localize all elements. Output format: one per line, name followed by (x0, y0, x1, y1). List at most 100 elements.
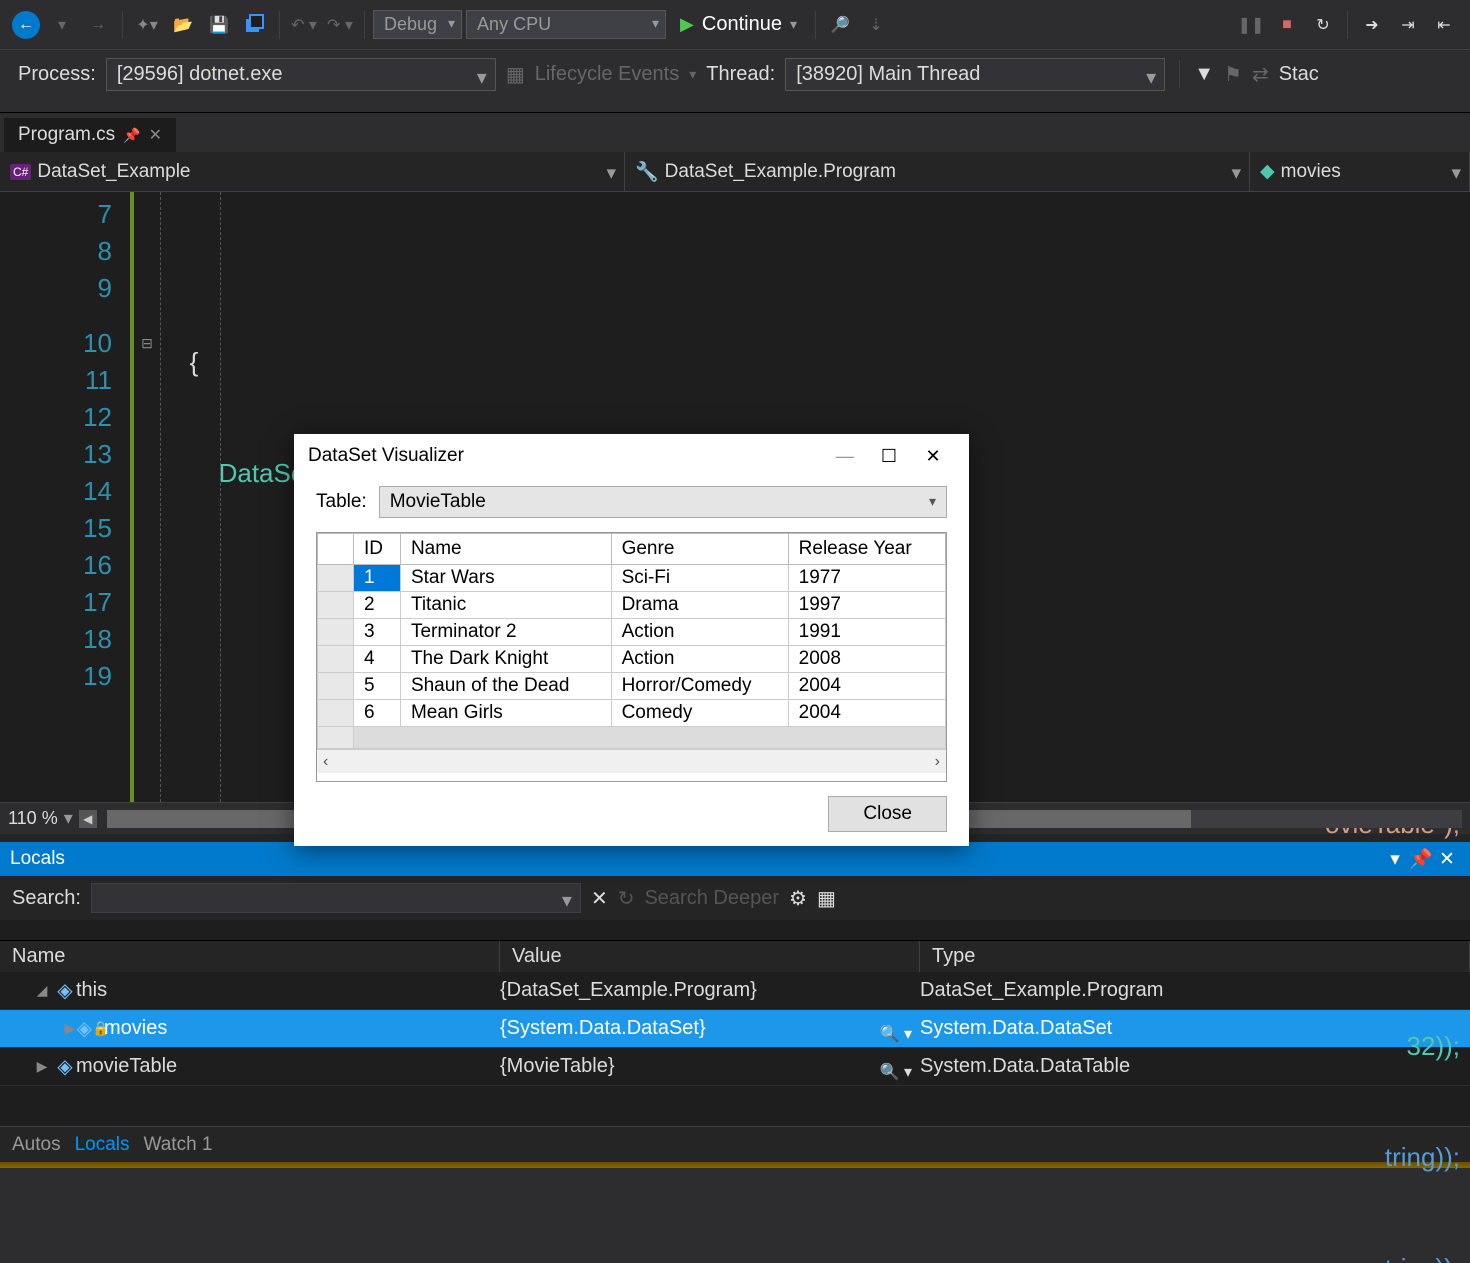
tab-label: Program.cs (18, 124, 115, 146)
col-id[interactable]: ID (354, 534, 401, 565)
editor-tabstrip: Program.cs 📌 ✕ (0, 112, 1470, 152)
nav-back-button[interactable]: ← (10, 9, 42, 41)
horizontal-scrollbar[interactable]: ‹› (317, 749, 946, 773)
member-dropdown[interactable]: ◆ movies (1250, 152, 1470, 191)
table-row[interactable]: 1Star WarsSci-Fi1977 (318, 565, 946, 592)
table-select[interactable]: MovieTable (379, 486, 947, 518)
search-label: Search: (12, 887, 81, 910)
variable-value: {System.Data.DataSet} (500, 1017, 706, 1040)
debug-toolbar: Process: [29596] dotnet.exe ▦ Lifecycle … (0, 50, 1470, 98)
visualizer-icon[interactable]: 🔍 ▾ (880, 1062, 912, 1082)
stack-frame-label: Stac (1279, 63, 1319, 86)
separator (279, 11, 280, 39)
config-dropdown[interactable]: Debug (373, 10, 462, 39)
variable-icon: ◈ (54, 978, 76, 1003)
open-icon[interactable]: 📂 (167, 9, 199, 41)
variable-value: {MovieTable} (500, 1055, 615, 1078)
tab-programcs[interactable]: Program.cs 📌 ✕ (4, 118, 176, 152)
member-label: movies (1281, 161, 1341, 183)
nav-forward-button: → (82, 9, 114, 41)
class-dropdown[interactable]: 🔧 DataSet_Example.Program (625, 152, 1250, 191)
data-grid[interactable]: ID Name Genre Release Year 1Star WarsSci… (316, 532, 947, 782)
thread-label: Thread: (706, 63, 775, 86)
variable-icon: ◈ (54, 1054, 76, 1079)
table-row[interactable]: 6Mean GirlsComedy2004 (318, 700, 946, 727)
platform-dropdown[interactable]: Any CPU (466, 10, 666, 39)
field-icon: ◆ (1260, 160, 1275, 183)
col-name[interactable]: Name (400, 534, 611, 565)
close-window-button[interactable]: ✕ (911, 438, 955, 474)
dialog-titlebar[interactable]: DataSet Visualizer — ☐ ✕ (294, 434, 969, 478)
col-genre[interactable]: Genre (611, 534, 788, 565)
tab-locals[interactable]: Locals (75, 1134, 130, 1156)
continue-label: Continue (702, 13, 782, 36)
expand-icon[interactable]: ◢ (30, 982, 54, 999)
table-row[interactable]: 3Terminator 2Action1991 (318, 619, 946, 646)
table-label: Table: (316, 491, 367, 513)
play-icon: ▶ (680, 14, 694, 35)
dialog-title: DataSet Visualizer (308, 445, 464, 467)
flag-icon: ⚑ (1224, 62, 1242, 87)
tab-autos[interactable]: Autos (12, 1134, 61, 1156)
filter-icon[interactable]: ▼ (1194, 63, 1214, 86)
maximize-button[interactable]: ☐ (867, 438, 911, 474)
separator (1347, 11, 1348, 39)
table-row[interactable]: 2TitanicDrama1997 (318, 592, 946, 619)
navigation-bar: C# DataSet_Example 🔧 DataSet_Example.Pro… (0, 152, 1470, 192)
namespace-label: DataSet_Example (37, 161, 190, 183)
variable-name: movies (104, 1017, 167, 1040)
separator (1179, 60, 1180, 88)
table-row[interactable]: 4The Dark KnightAction2008 (318, 646, 946, 673)
process-label: Process: (18, 63, 96, 86)
expand-icon[interactable]: ▶ (30, 1058, 54, 1075)
scroll-left-icon[interactable]: ◀ (79, 810, 97, 828)
variable-name: movieTable (76, 1055, 177, 1078)
visualizer-icon[interactable]: 🔍 ▾ (880, 1024, 912, 1044)
overflow-icon[interactable]: ⇣ (860, 9, 892, 41)
pin-icon[interactable]: 📌 (123, 127, 140, 144)
main-toolbar: ← ▾ → ✦▾ 📂 💾 ↶ ▾ ↷ ▾ Debug Any CPU ▶ Con… (0, 0, 1470, 50)
separator (815, 11, 816, 39)
stop-icon[interactable]: ■ (1271, 9, 1303, 41)
save-all-icon[interactable] (239, 9, 271, 41)
variable-value: {DataSet_Example.Program} (500, 979, 757, 1002)
code-editor[interactable]: 7 8 9 10 11 12 13 14 15 16 17 18 19 ⊟ { … (0, 192, 1470, 802)
thread-icon: ⇄ (1252, 62, 1269, 87)
step-over-icon[interactable]: ➜ (1356, 9, 1388, 41)
variable-icon: ◈🔒 (82, 1016, 104, 1041)
minimize-button[interactable]: — (823, 438, 867, 474)
process-dropdown[interactable]: [29596] dotnet.exe (106, 58, 496, 91)
step-out-icon[interactable]: ⇤ (1428, 9, 1460, 41)
fold-margin: ⊟ (130, 192, 160, 802)
pause-icon: ❚❚ (1235, 9, 1267, 41)
close-icon[interactable]: ✕ (149, 125, 162, 145)
fold-toggle[interactable]: ⊟ (134, 325, 160, 362)
find-icon[interactable]: 🔎 (824, 9, 856, 41)
nav-back-dropdown[interactable]: ▾ (46, 9, 78, 41)
variable-name: this (76, 979, 107, 1002)
separator (364, 11, 365, 39)
separator (122, 11, 123, 39)
continue-button[interactable]: ▶ Continue ▾ (670, 10, 807, 39)
dataset-visualizer-dialog: DataSet Visualizer — ☐ ✕ Table: MovieTab… (294, 434, 969, 846)
search-input[interactable] (91, 883, 581, 913)
line-gutter: 7 8 9 10 11 12 13 14 15 16 17 18 19 (0, 192, 130, 802)
redo-icon[interactable]: ↷ ▾ (324, 9, 356, 41)
class-label: DataSet_Example.Program (665, 161, 896, 183)
thread-dropdown[interactable]: [38920] Main Thread (785, 58, 1165, 91)
locals-title: Locals (10, 848, 65, 870)
lifecycle-label: Lifecycle Events (535, 63, 680, 86)
table-row[interactable]: 5Shaun of the DeadHorror/Comedy2004 (318, 673, 946, 700)
namespace-dropdown[interactable]: C# DataSet_Example (0, 152, 625, 191)
zoom-level[interactable]: 110 % (8, 808, 58, 829)
csharp-icon: C# (10, 164, 31, 180)
class-icon: 🔧 (635, 160, 659, 184)
close-button[interactable]: Close (828, 796, 947, 832)
col-year[interactable]: Release Year (788, 534, 945, 565)
new-row[interactable] (318, 727, 946, 749)
restart-icon[interactable]: ↻ (1307, 9, 1339, 41)
save-icon[interactable]: 💾 (203, 9, 235, 41)
new-item-icon[interactable]: ✦▾ (131, 9, 163, 41)
step-into-icon[interactable]: ⇥ (1392, 9, 1424, 41)
undo-icon[interactable]: ↶ ▾ (288, 9, 320, 41)
